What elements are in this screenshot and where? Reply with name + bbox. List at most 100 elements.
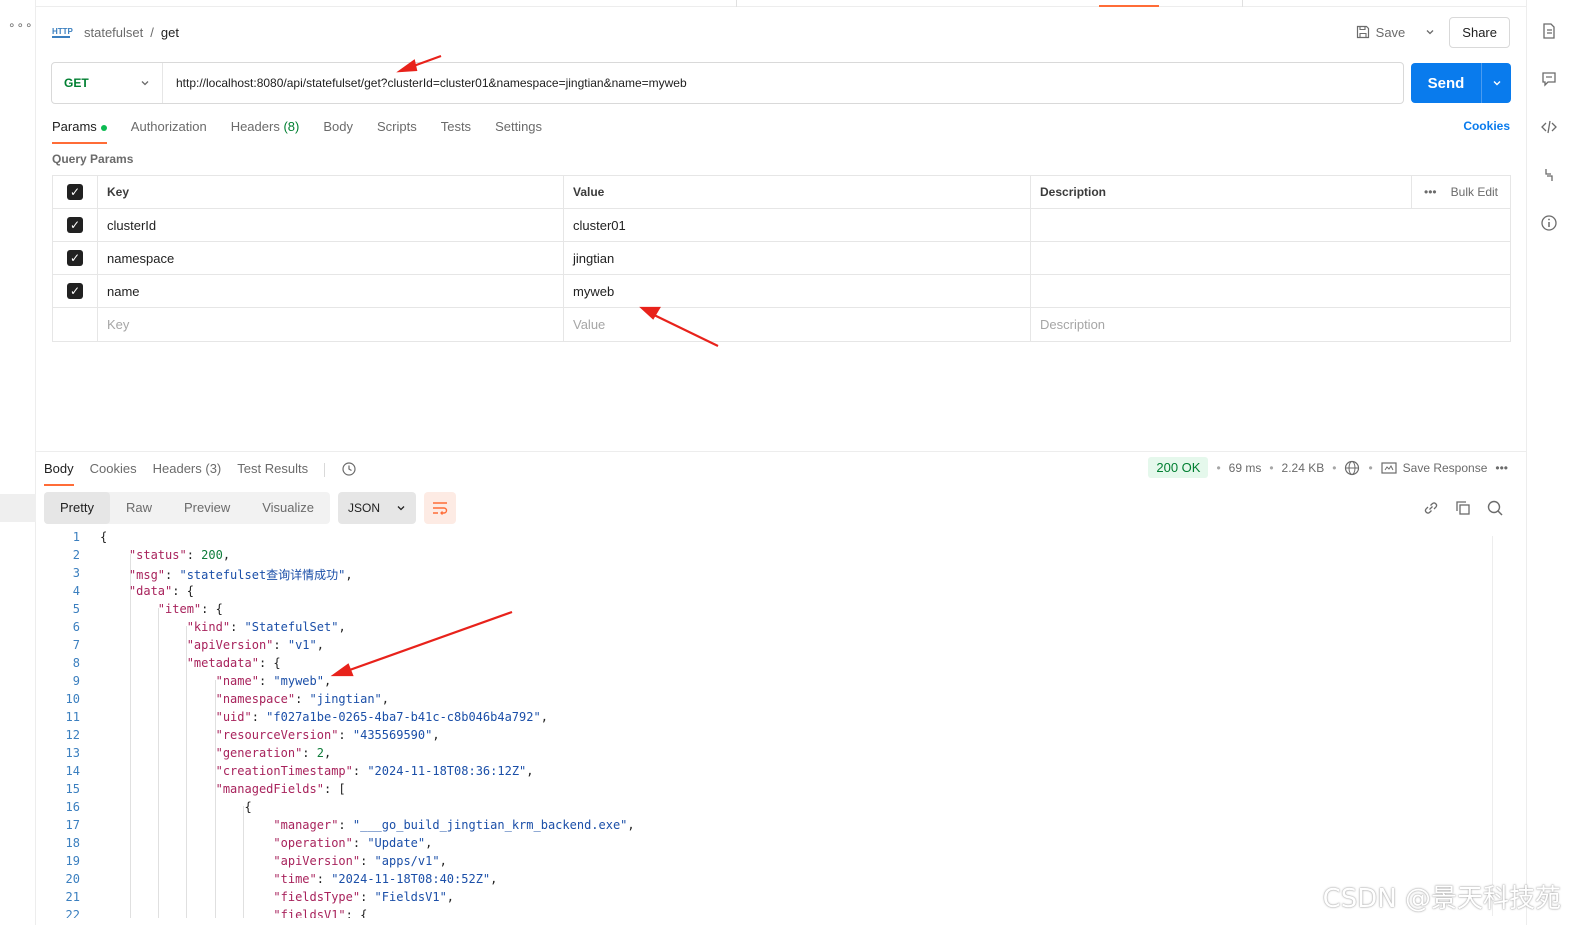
copy-icon[interactable]: [1454, 499, 1472, 517]
breadcrumb-collection[interactable]: statefulset: [84, 25, 143, 40]
query-params-title: Query Params: [52, 152, 134, 166]
link-icon[interactable]: [1422, 499, 1440, 517]
code-scrollbar[interactable]: [1492, 536, 1506, 916]
request-header: HTTP statefulset / get Save Share: [52, 16, 1510, 48]
param-value[interactable]: jingtian: [564, 242, 1031, 274]
view-preview[interactable]: Preview: [168, 492, 246, 524]
tab-params[interactable]: Params: [52, 119, 107, 144]
select-all-checkbox[interactable]: ✓: [53, 176, 98, 208]
code-line: "resourceVersion": "435569590",: [215, 728, 440, 742]
description-placeholder[interactable]: Description: [1031, 308, 1510, 341]
row-checkbox[interactable]: ✓: [53, 209, 98, 241]
chevron-down-icon: [1426, 29, 1434, 34]
pane-divider[interactable]: [36, 451, 1526, 452]
code-line: "msg": "statefulset查询详情成功",: [128, 568, 353, 582]
share-button[interactable]: Share: [1449, 16, 1510, 48]
watermark: CSDN @景天科技苑: [1322, 884, 1561, 914]
view-visualize[interactable]: Visualize: [246, 492, 330, 524]
response-body-code[interactable]: 1 { 2 "status": 200, 3 "msg": "statefuls…: [36, 528, 1506, 918]
line-number: 10: [65, 692, 80, 706]
tab-scripts[interactable]: Scripts: [377, 119, 417, 142]
tab-body[interactable]: Body: [323, 119, 353, 142]
param-description[interactable]: [1031, 242, 1510, 274]
wrap-lines-button[interactable]: [424, 492, 457, 524]
param-key[interactable]: clusterId: [98, 209, 564, 241]
chevron-down-icon: [1493, 81, 1500, 86]
tab-separator: [324, 463, 326, 477]
param-description[interactable]: [1031, 275, 1510, 307]
active-dot-icon: [100, 124, 107, 131]
save-response-button[interactable]: Save Response: [1381, 461, 1487, 475]
tab-divider: [736, 0, 737, 7]
column-description: Description ••• Bulk Edit: [1031, 176, 1510, 208]
line-number: 15: [65, 782, 80, 796]
code-line: "creationTimestamp": "2024-11-18T08:36:1…: [215, 764, 534, 778]
line-number: 1: [72, 530, 80, 544]
tab-tests[interactable]: Tests: [441, 119, 471, 142]
chevron-down-icon: [141, 81, 149, 86]
send-options-button[interactable]: [1481, 63, 1511, 103]
search-icon[interactable]: [1486, 499, 1504, 517]
code-line: "status": 200,: [128, 548, 231, 562]
code-line: "uid": "f027a1be-0265-4ba7-b41c-c8b046b4…: [215, 710, 548, 724]
related-icon[interactable]: [1540, 166, 1558, 184]
more-icon[interactable]: •••: [1495, 461, 1508, 475]
response-time[interactable]: 69 ms: [1229, 461, 1262, 475]
request-tabs: Params Authorization Headers (8) Body Sc…: [52, 119, 1510, 145]
tab-params-label: Params: [52, 119, 97, 134]
cookies-link[interactable]: Cookies: [1463, 119, 1510, 133]
format-select[interactable]: JSON: [338, 492, 417, 524]
line-number: 5: [72, 602, 80, 616]
left-rail-selected: [0, 494, 36, 522]
row-checkbox[interactable]: ✓: [53, 242, 98, 274]
response-size[interactable]: 2.24 KB: [1282, 461, 1325, 475]
line-number: 9: [72, 674, 80, 688]
comments-icon[interactable]: [1540, 70, 1558, 88]
view-raw[interactable]: Raw: [110, 492, 168, 524]
line-number: 3: [72, 566, 80, 580]
code-icon[interactable]: [1540, 118, 1558, 136]
checkmark-icon: ✓: [67, 283, 83, 299]
resp-tab-headers[interactable]: Headers (3): [153, 461, 222, 484]
documentation-icon[interactable]: [1540, 22, 1558, 40]
line-number: 16: [65, 800, 80, 814]
globe-icon[interactable]: [1344, 460, 1360, 476]
save-options-button[interactable]: [1419, 25, 1441, 40]
line-number: 7: [72, 638, 80, 652]
bulk-edit-button[interactable]: Bulk Edit: [1451, 185, 1498, 199]
status-badge[interactable]: 200 OK: [1148, 457, 1209, 478]
resp-tab-headers-label: Headers: [152, 461, 202, 476]
url-input[interactable]: [163, 63, 1403, 103]
tab-headers[interactable]: Headers (8): [231, 119, 300, 142]
value-placeholder[interactable]: Value: [564, 308, 1031, 341]
tab-settings[interactable]: Settings: [495, 119, 542, 142]
breadcrumb-request[interactable]: get: [161, 25, 179, 40]
bulk-edit: ••• Bulk Edit: [1411, 176, 1510, 208]
resp-tab-body[interactable]: Body: [44, 461, 74, 486]
resp-tab-test-results[interactable]: Test Results: [237, 461, 308, 484]
response-meta: 200 OK • 69 ms • 2.24 KB • • Save Respon…: [1148, 457, 1508, 478]
send-button[interactable]: Send: [1411, 63, 1511, 103]
code-line: "data": {: [128, 584, 194, 598]
save-button[interactable]: Save: [1350, 25, 1412, 40]
param-value[interactable]: myweb: [564, 275, 1031, 307]
tab-authorization[interactable]: Authorization: [131, 119, 207, 142]
more-icon[interactable]: ∘∘∘: [8, 18, 34, 32]
wrap-icon: [433, 502, 448, 515]
param-value[interactable]: cluster01: [564, 209, 1031, 241]
tab-headers-count: (8): [283, 119, 300, 134]
history-icon[interactable]: [341, 461, 357, 477]
key-placeholder[interactable]: Key: [98, 308, 564, 341]
meta-separator: •: [1269, 460, 1274, 475]
code-line: "fieldsV1": {: [273, 908, 368, 918]
param-description[interactable]: [1031, 209, 1510, 241]
more-icon[interactable]: •••: [1424, 185, 1437, 199]
table-row: ✓ namespace jingtian: [53, 242, 1510, 275]
method-select[interactable]: GET: [52, 63, 163, 103]
resp-tab-cookies[interactable]: Cookies: [90, 461, 137, 484]
info-icon[interactable]: [1540, 214, 1558, 232]
param-key[interactable]: namespace: [98, 242, 564, 274]
param-key[interactable]: name: [98, 275, 564, 307]
row-checkbox[interactable]: ✓: [53, 275, 98, 307]
view-pretty[interactable]: Pretty: [44, 492, 110, 524]
